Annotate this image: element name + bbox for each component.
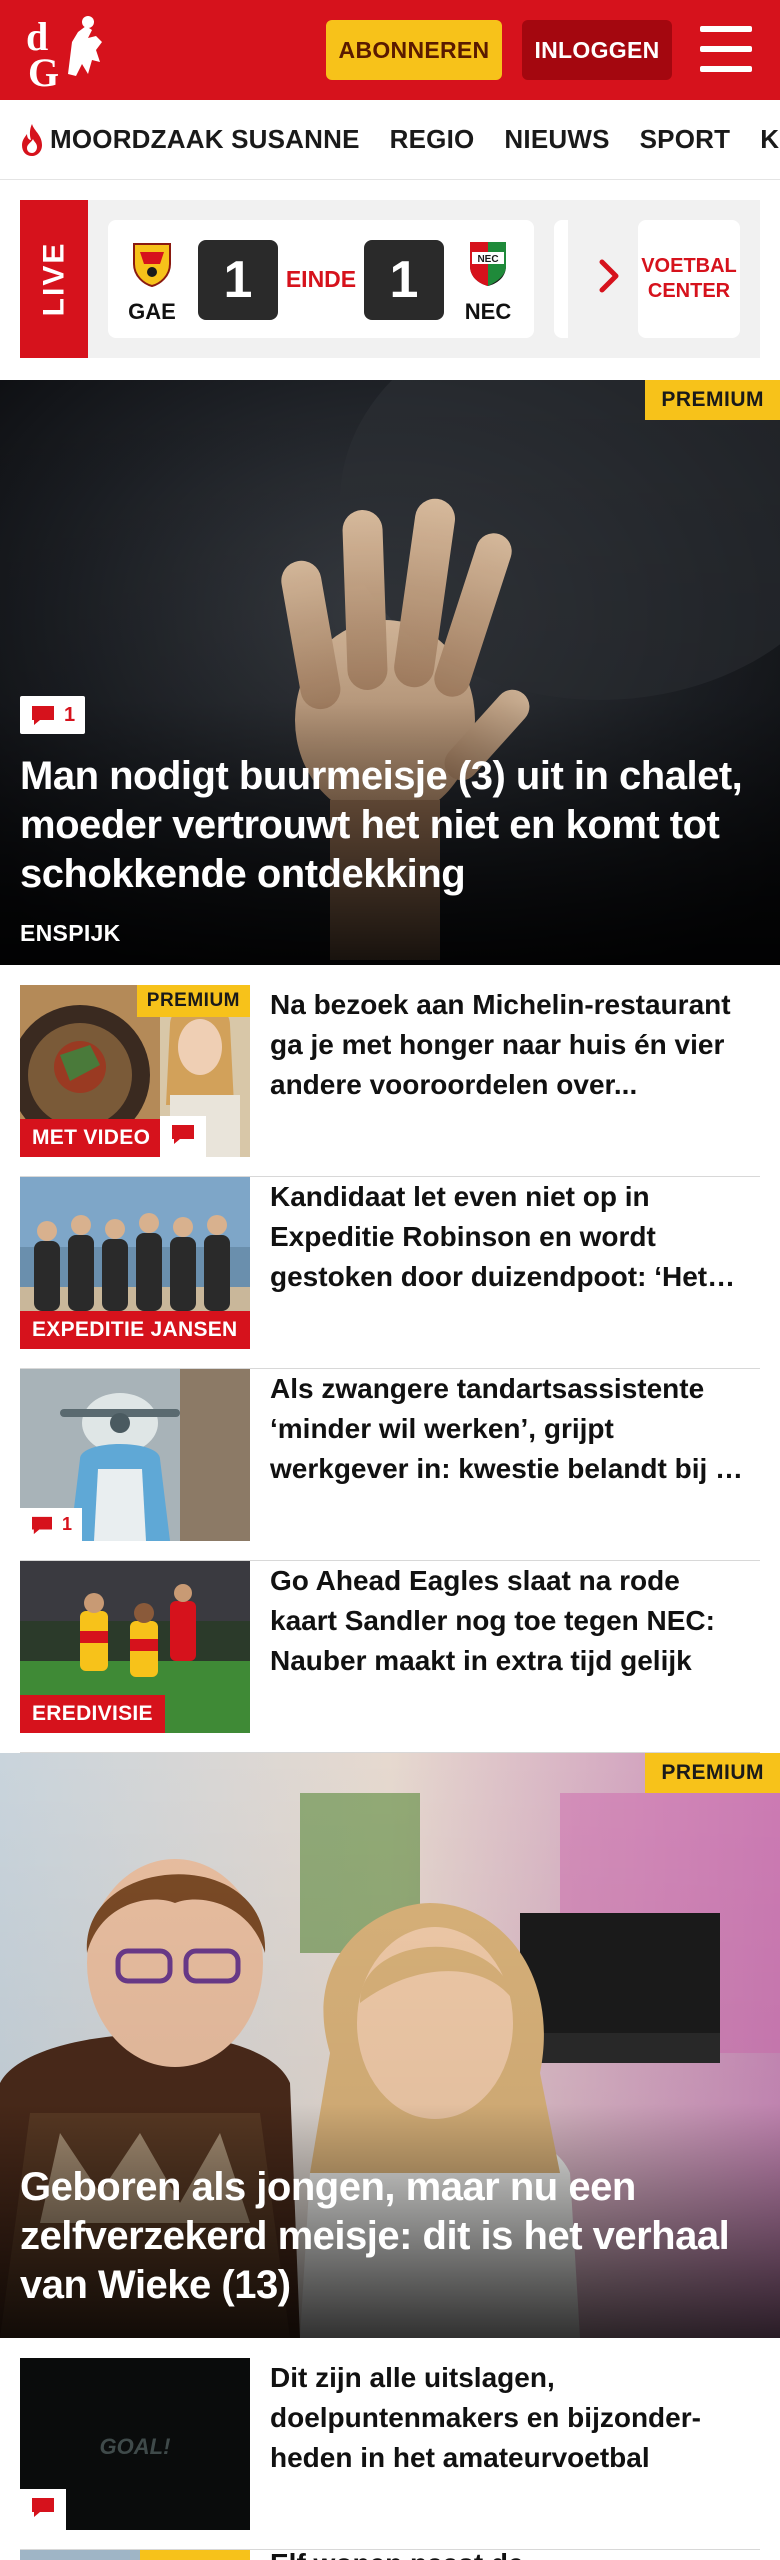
away-team: NEC NEC (458, 238, 518, 325)
subscribe-button[interactable]: ABONNEREN (326, 20, 502, 80)
site-header: d G ABONNEREN INLOGGEN (0, 0, 780, 100)
article-thumbnail: GOAL! (20, 2358, 250, 2530)
match-status: EINDE (285, 266, 357, 292)
live-tag: LIVE (20, 200, 88, 358)
comment-badge[interactable] (160, 1116, 206, 1157)
category-label: EREDIVISIE (20, 1695, 165, 1733)
list-item[interactable]: GOAL! Dit zijn alle uitslagen, doelpunte… (20, 2358, 760, 2550)
voetbal-center-button[interactable]: VOETBAL CENTER (638, 220, 740, 338)
category-label: EXPEDITIE JANSEN (20, 1311, 250, 1349)
comment-count-badge[interactable]: 1 (20, 1508, 83, 1541)
hero-title[interactable]: Man nodigt buurmeisje (3) uit in chalet,… (20, 752, 750, 898)
article-title[interactable]: Elf wonen naast de... (270, 2550, 740, 2560)
home-score: 1 (198, 240, 278, 320)
live-score-bar: LIVE GAE 1 EINDE 1 NEC NEC VOETBAL CENTE… (20, 200, 760, 358)
comment-count-badge[interactable]: 1 (20, 696, 86, 734)
premium-badge: PREMIUM (645, 380, 780, 420)
article-thumbnail: EXPEDITIE JANSEN (20, 1177, 250, 1349)
nav-item-nieuws[interactable]: NIEUWS (504, 124, 609, 155)
hero-article[interactable]: PREMIUM 1 Man nodigt buurmeisje (3) uit … (0, 380, 780, 965)
nav-item-sport[interactable]: SPORT (640, 124, 731, 155)
premium-badge: PREMIUM (136, 985, 250, 1017)
list-item[interactable]: Elf wonen naast de... (20, 2550, 760, 2560)
svg-text:NEC: NEC (477, 254, 498, 265)
chevron-right-icon[interactable] (594, 256, 624, 296)
next-match-card[interactable] (554, 220, 568, 338)
comment-icon (32, 706, 54, 725)
main-nav: MOORDZAAK SUSANNE REGIO NIEUWS SPORT KIJ… (0, 100, 780, 180)
comment-icon (32, 1516, 52, 1534)
hero-title[interactable]: Geboren als jongen, maar nu een zelfverz… (20, 2163, 750, 2309)
hero-location: ENSPIJK (20, 920, 121, 946)
article-title[interactable]: Kandidaat let even niet op in Expeditie … (270, 1177, 750, 1296)
article-title[interactable]: Go Ahead Eagles slaat na rode kaart Sand… (270, 1561, 750, 1680)
hero-article[interactable]: PREMIUM Geboren als jongen, maar nu een … (0, 1753, 780, 2338)
article-thumbnail: PREMIUM MET VIDEO (20, 985, 250, 1157)
menu-icon[interactable] (700, 26, 752, 72)
article-thumbnail: EREDIVISIE (20, 1561, 250, 1733)
flame-icon (22, 123, 42, 156)
home-team: GAE (122, 238, 182, 325)
list-item[interactable]: EXPEDITIE JANSEN Kandidaat let even niet… (20, 1177, 760, 1369)
article-title[interactable]: Als zwangere tandartsassistente ‘minder … (270, 1369, 750, 1488)
list-item[interactable]: 1 Als zwangere tandartsassistente ‘minde… (20, 1369, 760, 1561)
article-title[interactable]: Dit zijn alle uitslagen, doelpuntenmaker… (270, 2358, 750, 2477)
svg-text:GOAL!: GOAL! (100, 2434, 171, 2459)
login-button[interactable]: INLOGGEN (522, 20, 672, 80)
article-title[interactable]: Na bezoek aan Michelin-restaurant ga je … (270, 985, 750, 1104)
away-score: 1 (364, 240, 444, 320)
comment-icon (32, 2498, 54, 2517)
comment-icon (172, 1125, 194, 1144)
comment-badge[interactable] (20, 2489, 66, 2530)
nav-item-moordzaak-susanne[interactable]: MOORDZAAK SUSANNE (18, 123, 360, 157)
go-ahead-eagles-crest-icon (133, 243, 171, 288)
nec-crest-icon: NEC (470, 242, 506, 286)
article-thumbnail: 1 (20, 1369, 250, 1541)
video-label: MET VIDEO (20, 1119, 163, 1157)
nav-item-kijk[interactable]: KIJK (760, 124, 780, 155)
list-item[interactable]: EREDIVISIE Go Ahead Eagles slaat na rode… (20, 1561, 760, 1753)
premium-badge (140, 2550, 250, 2560)
svg-text:G: G (28, 50, 59, 90)
dg-logo[interactable]: d G (22, 12, 118, 95)
match-card[interactable]: GAE 1 EINDE 1 NEC NEC (108, 220, 534, 338)
nav-item-regio[interactable]: REGIO (390, 124, 475, 155)
list-item[interactable]: PREMIUM MET VIDEO Na bezoek aan Michelin… (20, 985, 760, 1177)
premium-badge: PREMIUM (645, 1753, 780, 1793)
